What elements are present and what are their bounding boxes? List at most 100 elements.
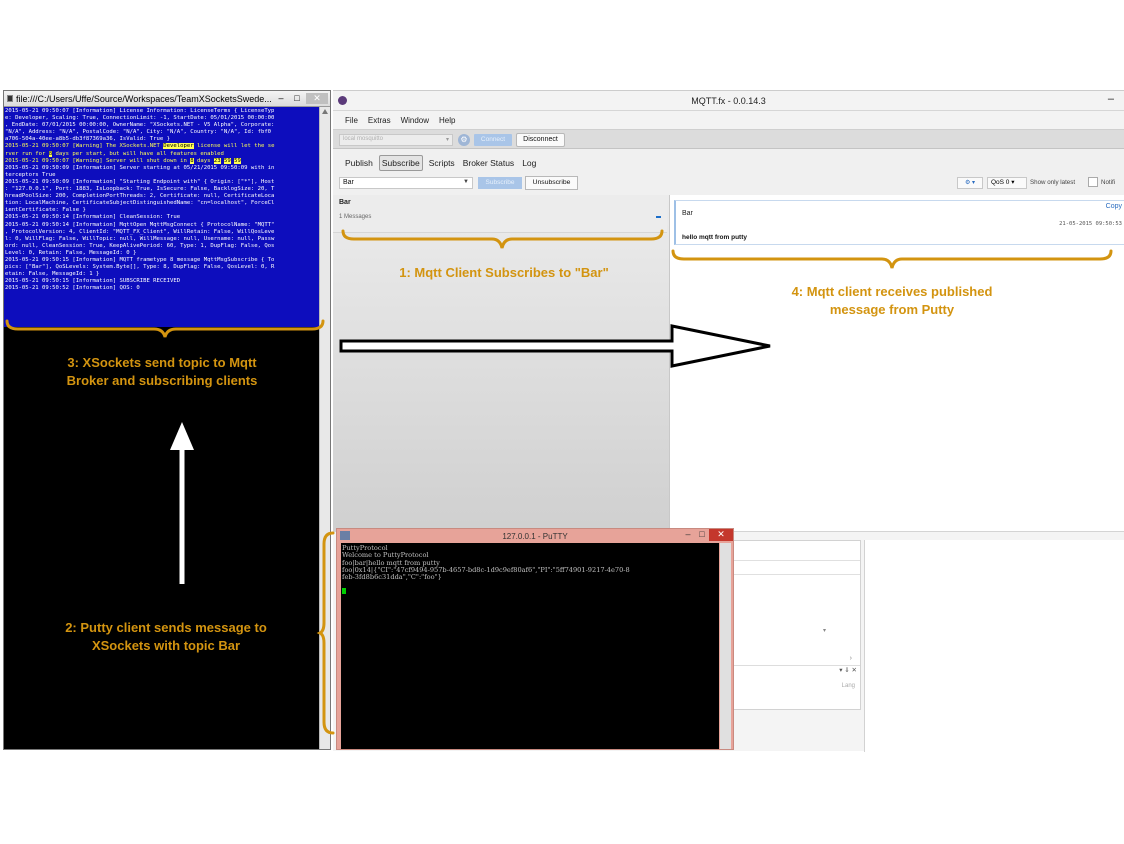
broker-profile-select[interactable]: local mosquitto ▾: [339, 134, 453, 146]
show-latest-checkbox[interactable]: [1088, 177, 1098, 187]
annotation-4-line1: 4: Mqtt client receives published: [791, 284, 993, 299]
chevron-right-icon[interactable]: ›: [850, 655, 852, 662]
mqttfx-menubar: File Extras Window Help: [333, 111, 1124, 129]
connect-button[interactable]: Connect: [474, 134, 512, 146]
tab-publish[interactable]: Publish: [343, 156, 375, 170]
putty-close-button[interactable]: ✕: [709, 529, 733, 541]
mqttfx-title: MQTT.fx - 0.0.14.3: [691, 96, 766, 106]
mqttfx-minimize-button[interactable]: –: [1108, 93, 1114, 105]
console-title: file:///C:/Users/Uffe/Source/Workspaces/…: [16, 93, 272, 104]
console-line: l: 0, WillFlag: False, WillTopic: null, …: [5, 235, 275, 242]
main-tabs: Publish Subscribe Scripts Broker Status …: [343, 155, 538, 171]
detail-row: [730, 565, 860, 575]
console-line: 2015-05-21 09:50:14 [Information] CleanS…: [5, 214, 181, 221]
console-line: etain: False, MessageId: 1 }: [5, 271, 100, 278]
tab-subscribe[interactable]: Subscribe: [378, 155, 423, 171]
console-line: 2015-05-21 09:50:52 [Information] QOS: 0: [5, 285, 140, 292]
annotation-3-line2: Broker and subscribing clients: [66, 373, 258, 388]
console-app-icon: [7, 95, 13, 102]
menu-help[interactable]: Help: [439, 116, 455, 125]
broker-profile-value: local mosquitto: [343, 136, 384, 142]
console-warning-line: 2015-05-21 09:50:07 [Warning] The XSocke…: [5, 143, 275, 150]
right-arrow-icon: [339, 324, 771, 368]
menu-extras[interactable]: Extras: [368, 116, 391, 125]
message-count: 1 Messages: [339, 214, 372, 220]
console-titlebar: file:///C:/Users/Uffe/Source/Workspaces/…: [4, 91, 330, 107]
console-line: , EndDate: 07/01/2015 00:00:00, OwnerNam…: [5, 122, 275, 129]
console-line: 2015-05-21 09:50:14 [Information] MqttOp…: [5, 221, 275, 228]
message-payload: hello mqtt from putty: [682, 234, 747, 241]
qos-select[interactable]: QoS 0 ▾: [987, 177, 1027, 189]
console-line: ord: null, CleanSession: True, KeepAlive…: [5, 242, 275, 249]
console-minimize-button[interactable]: –: [274, 93, 288, 104]
chevron-down-icon[interactable]: ▾: [823, 627, 826, 634]
brace-console: [5, 319, 325, 338]
menu-window[interactable]: Window: [401, 116, 429, 125]
console-close-button[interactable]: ✕: [306, 93, 328, 104]
putty-minimize-button[interactable]: –: [681, 529, 695, 541]
subscribe-row: Bar ▼ Subscribe Unsubscribe ⚙ ▾ QoS 0 ▾ …: [333, 175, 1124, 193]
menu-file[interactable]: File: [345, 116, 358, 125]
console-line: , ProtocolVersion: 4, ClientId: "MQTT_FX…: [5, 228, 275, 235]
annotation-3-line1: 3: XSockets send topic to Mqtt: [67, 355, 257, 370]
tab-broker-status[interactable]: Broker Status: [461, 156, 517, 170]
console-line: 2015-05-21 09:50:09 [Information] "Start…: [5, 178, 275, 185]
console-line: : "127.0.0.1", Port: 1883, IsLoopback: T…: [5, 186, 275, 193]
console-warning-line: 2015-05-21 09:50:07 [Warning] Server wil…: [5, 157, 241, 164]
console-line: "N/A", Address: "N/A", PostalCode: "N/A"…: [5, 129, 272, 136]
console-line: 2015-05-21 09:50:07 [Information] Licens…: [5, 108, 275, 114]
console-line: ientCertificate: False }: [5, 207, 86, 214]
message-topic: Bar: [682, 210, 693, 217]
putty-title: 127.0.0.1 - PuTTY: [502, 532, 568, 541]
console-maximize-button[interactable]: □: [290, 93, 304, 104]
annotation-2-line1: 2: Putty client sends message to: [65, 620, 267, 635]
notifications-label: Notifi: [1101, 179, 1116, 186]
annotation-2: 2: Putty client sends message to XSocket…: [12, 619, 320, 655]
brace-message: [671, 249, 1113, 269]
annotation-1: 1: Mqtt Client Subscribes to "Bar": [399, 265, 609, 280]
disconnect-button[interactable]: Disconnect: [516, 133, 565, 147]
annotation-4: 4: Mqtt client receives published messag…: [700, 283, 1084, 319]
console-line: 2015-05-21 09:50:15 [Information] SUBSCR…: [5, 278, 181, 285]
topic-input-value: Bar: [343, 179, 354, 186]
subscribe-button[interactable]: Subscribe: [478, 177, 522, 189]
panel-controls[interactable]: ▾ ⇓ ✕: [730, 665, 860, 674]
unsubscribe-button[interactable]: Unsubscribe: [525, 176, 578, 190]
console-line: pics: ["Bar"], QoSLevels: System.Byte[],…: [5, 264, 275, 271]
lang-label: Lang: [841, 683, 855, 689]
console-warning-line: rver run for 8 days per start, but will …: [5, 150, 224, 157]
putty-maximize-button[interactable]: □: [695, 529, 709, 541]
copy-link[interactable]: Copy: [1106, 203, 1122, 210]
annotation-2-line2: XSockets with topic Bar: [91, 638, 241, 653]
up-arrow-icon: [170, 422, 194, 584]
putty-titlebar: 127.0.0.1 - PuTTY – □ ✕: [337, 529, 733, 543]
console-output: 2015-05-21 09:50:07 [Information] Licens…: [4, 107, 320, 327]
view-settings-button[interactable]: ⚙ ▾: [957, 177, 983, 189]
message-timestamp: 21-05-2015 09:50:53: [1059, 221, 1122, 227]
show-latest-label: Show only latest: [1030, 179, 1076, 186]
putty-terminal[interactable]: PuttyProtocol Welcome to PuttyProtocol f…: [341, 543, 719, 749]
terminal-line: feb-3fd8b6c31dda","C":"foo"}: [342, 573, 442, 582]
detail-row: [730, 551, 860, 561]
console-line: hreadPoolSize: 200, CompletionPortThread…: [5, 193, 275, 200]
chevron-down-icon: ▼: [463, 179, 469, 185]
topic-color-indicator: [656, 216, 661, 218]
tab-scripts[interactable]: Scripts: [427, 156, 457, 170]
console-line: tion: LocalMachine, CertificateSubjectDi…: [5, 200, 275, 207]
putty-scrollbar[interactable]: [720, 543, 731, 749]
brace-putty: [316, 531, 335, 735]
console-line: Level: 0, Retain: False, MessageId: 0 }: [5, 249, 137, 256]
tab-log[interactable]: Log: [520, 156, 538, 170]
console-line: 2015-05-21 09:50:09 [Information] Server…: [5, 164, 275, 171]
message-card[interactable]: Bar Copy 21-05-2015 09:50:53 hello mqtt …: [674, 200, 1124, 245]
putty-window: 127.0.0.1 - PuTTY – □ ✕ PuttyProtocol We…: [336, 528, 734, 750]
console-line: a706-504a-40ee-a8b5-db3f87369a36, IsVali…: [5, 136, 171, 143]
terminal-cursor: [342, 588, 346, 595]
topic-input[interactable]: Bar ▼: [339, 177, 473, 189]
annotation-3: 3: XSockets send topic to Mqtt Broker an…: [4, 354, 320, 390]
console-line: terceptors True: [5, 171, 56, 178]
topic-name: Bar: [339, 199, 351, 206]
detail-right-panel: [864, 540, 1124, 752]
gear-icon[interactable]: ⚙: [458, 134, 470, 146]
brace-topic-list: [341, 229, 664, 249]
